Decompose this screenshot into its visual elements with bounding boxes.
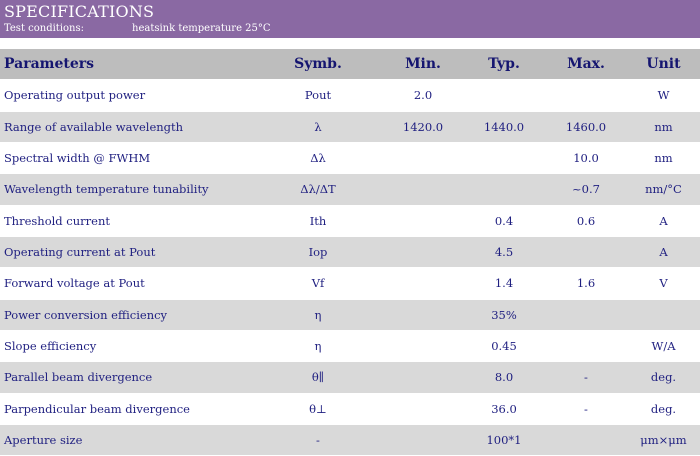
parameter-cell: Operating output power (0, 79, 253, 112)
table-row: Aperture size - 100*1 μm×μm (0, 424, 700, 456)
typ-cell: 0.45 (463, 330, 545, 363)
col-header-symbol: Symb. (253, 49, 383, 81)
unit-cell: A (627, 236, 700, 269)
max-cell: 1.6 (545, 267, 627, 300)
unit-cell: W/A (627, 330, 700, 363)
typ-cell: 0.4 (463, 205, 545, 237)
unit-cell: nm/°C (627, 173, 700, 206)
table-row: Power conversion efficiency η 35% (0, 299, 700, 331)
table-row: Operating current at Pout Iop 4.5 A (0, 236, 700, 269)
symbol-cell: θ⊥ (253, 393, 383, 425)
min-cell (383, 361, 463, 394)
table-row: Parallel beam divergence θ∥ 8.0- deg. (0, 361, 700, 394)
table-row: Range of available wavelength λ 1420.0 1440… (0, 111, 700, 143)
table-row: Parpendicular beam divergence θ⊥ 36.0- deg. (0, 393, 700, 425)
unit-cell: W (627, 79, 700, 112)
min-cell (383, 393, 463, 425)
min-cell: 2.0 (383, 79, 463, 112)
unit-cell: A (627, 205, 700, 237)
unit-cell: deg. (627, 361, 700, 394)
unit-cell: nm (627, 111, 700, 143)
max-cell (545, 79, 627, 112)
min-cell (383, 267, 463, 300)
symbol-cell: Iop (253, 236, 383, 269)
unit-cell (627, 299, 700, 331)
symbol-cell: Vf (253, 267, 383, 300)
parameter-cell: Operating current at Pout (0, 236, 253, 269)
min-cell (383, 173, 463, 206)
spec-header: SPECIFICATIONS Test conditions: heatsink… (0, 0, 700, 38)
parameter-cell: Power conversion efficiency (0, 299, 253, 331)
max-cell (545, 299, 627, 331)
min-cell (383, 299, 463, 331)
col-header-min: Min. (383, 49, 463, 81)
max-cell: - (545, 361, 627, 394)
typ-cell (463, 79, 545, 112)
spec-table: Parameters Symb. Min. Typ. Max. Unit Ope… (0, 49, 700, 456)
min-cell: 1420.0 (383, 111, 463, 143)
max-cell (545, 424, 627, 456)
min-cell (383, 205, 463, 237)
typ-cell: 8.0 (463, 361, 545, 394)
unit-cell: deg. (627, 393, 700, 425)
parameter-cell: Threshold current (0, 205, 253, 237)
header-gap (0, 38, 700, 49)
min-cell (383, 142, 463, 175)
unit-cell: V (627, 267, 700, 300)
max-cell: 0.6 (545, 205, 627, 237)
parameter-cell: Slope efficiency (0, 330, 253, 363)
max-cell: ~0.7 (545, 173, 627, 206)
table-row: Forward voltage at Pout Vf 1.4 1.6 V (0, 267, 700, 300)
table-row: Slope efficiency η 0.45 W/A (0, 330, 700, 363)
parameter-cell: Parallel beam divergence (0, 361, 253, 394)
symbol-cell: λ (253, 111, 383, 143)
min-cell (383, 424, 463, 456)
symbol-cell: - (253, 424, 383, 456)
symbol-cell: η (253, 330, 383, 363)
symbol-cell: Ith (253, 205, 383, 237)
parameter-cell: Wavelength temperature tunability (0, 173, 253, 206)
typ-cell: 36.0 (463, 393, 545, 425)
typ-cell: 100*1 (463, 424, 545, 456)
min-cell (383, 330, 463, 363)
max-cell: - (545, 393, 627, 425)
symbol-cell: Pout (253, 79, 383, 112)
max-cell (545, 330, 627, 363)
table-row: Operating output power Pout 2.0 W (0, 79, 700, 112)
typ-cell: 1440.0 (463, 111, 545, 143)
symbol-cell: Δλ (253, 142, 383, 175)
min-cell (383, 236, 463, 269)
col-header-parameters: Parameters (0, 49, 253, 81)
unit-cell: μm×μm (627, 424, 700, 456)
col-header-max: Max. (545, 49, 627, 81)
typ-cell: 1.4 (463, 267, 545, 300)
parameter-cell: Parpendicular beam divergence (0, 393, 253, 425)
typ-cell (463, 173, 545, 206)
typ-cell (463, 142, 545, 175)
max-cell (545, 236, 627, 269)
symbol-cell: Δλ/ΔT (253, 173, 383, 206)
table-row: Wavelength temperature tunability Δλ/ΔT ~0… (0, 173, 700, 206)
symbol-cell: η (253, 299, 383, 331)
parameter-cell: Forward voltage at Pout (0, 267, 253, 300)
max-cell: 10.0 (545, 142, 627, 175)
unit-cell: nm (627, 142, 700, 175)
col-header-typ: Typ. (463, 49, 545, 81)
typ-cell: 4.5 (463, 236, 545, 269)
table-row: Spectral width @ FWHM Δλ 10.0 nm (0, 142, 700, 175)
table-header-row: Parameters Symb. Min. Typ. Max. Unit (0, 49, 700, 81)
typ-cell: 35% (463, 299, 545, 331)
max-cell: 1460.0 (545, 111, 627, 143)
test-conditions: Test conditions: heatsink temperature 25… (4, 23, 271, 34)
page-title: SPECIFICATIONS (4, 2, 155, 21)
table-row: Threshold current Ith 0.4 0.6 A (0, 205, 700, 237)
parameter-cell: Aperture size (0, 424, 253, 456)
test-conditions-label: Test conditions: (4, 23, 84, 34)
parameter-cell: Spectral width @ FWHM (0, 142, 253, 175)
col-header-unit: Unit (627, 49, 700, 81)
symbol-cell: θ∥ (253, 361, 383, 394)
parameter-cell: Range of available wavelength (0, 111, 253, 143)
test-conditions-value: heatsink temperature 25°C (132, 23, 271, 34)
